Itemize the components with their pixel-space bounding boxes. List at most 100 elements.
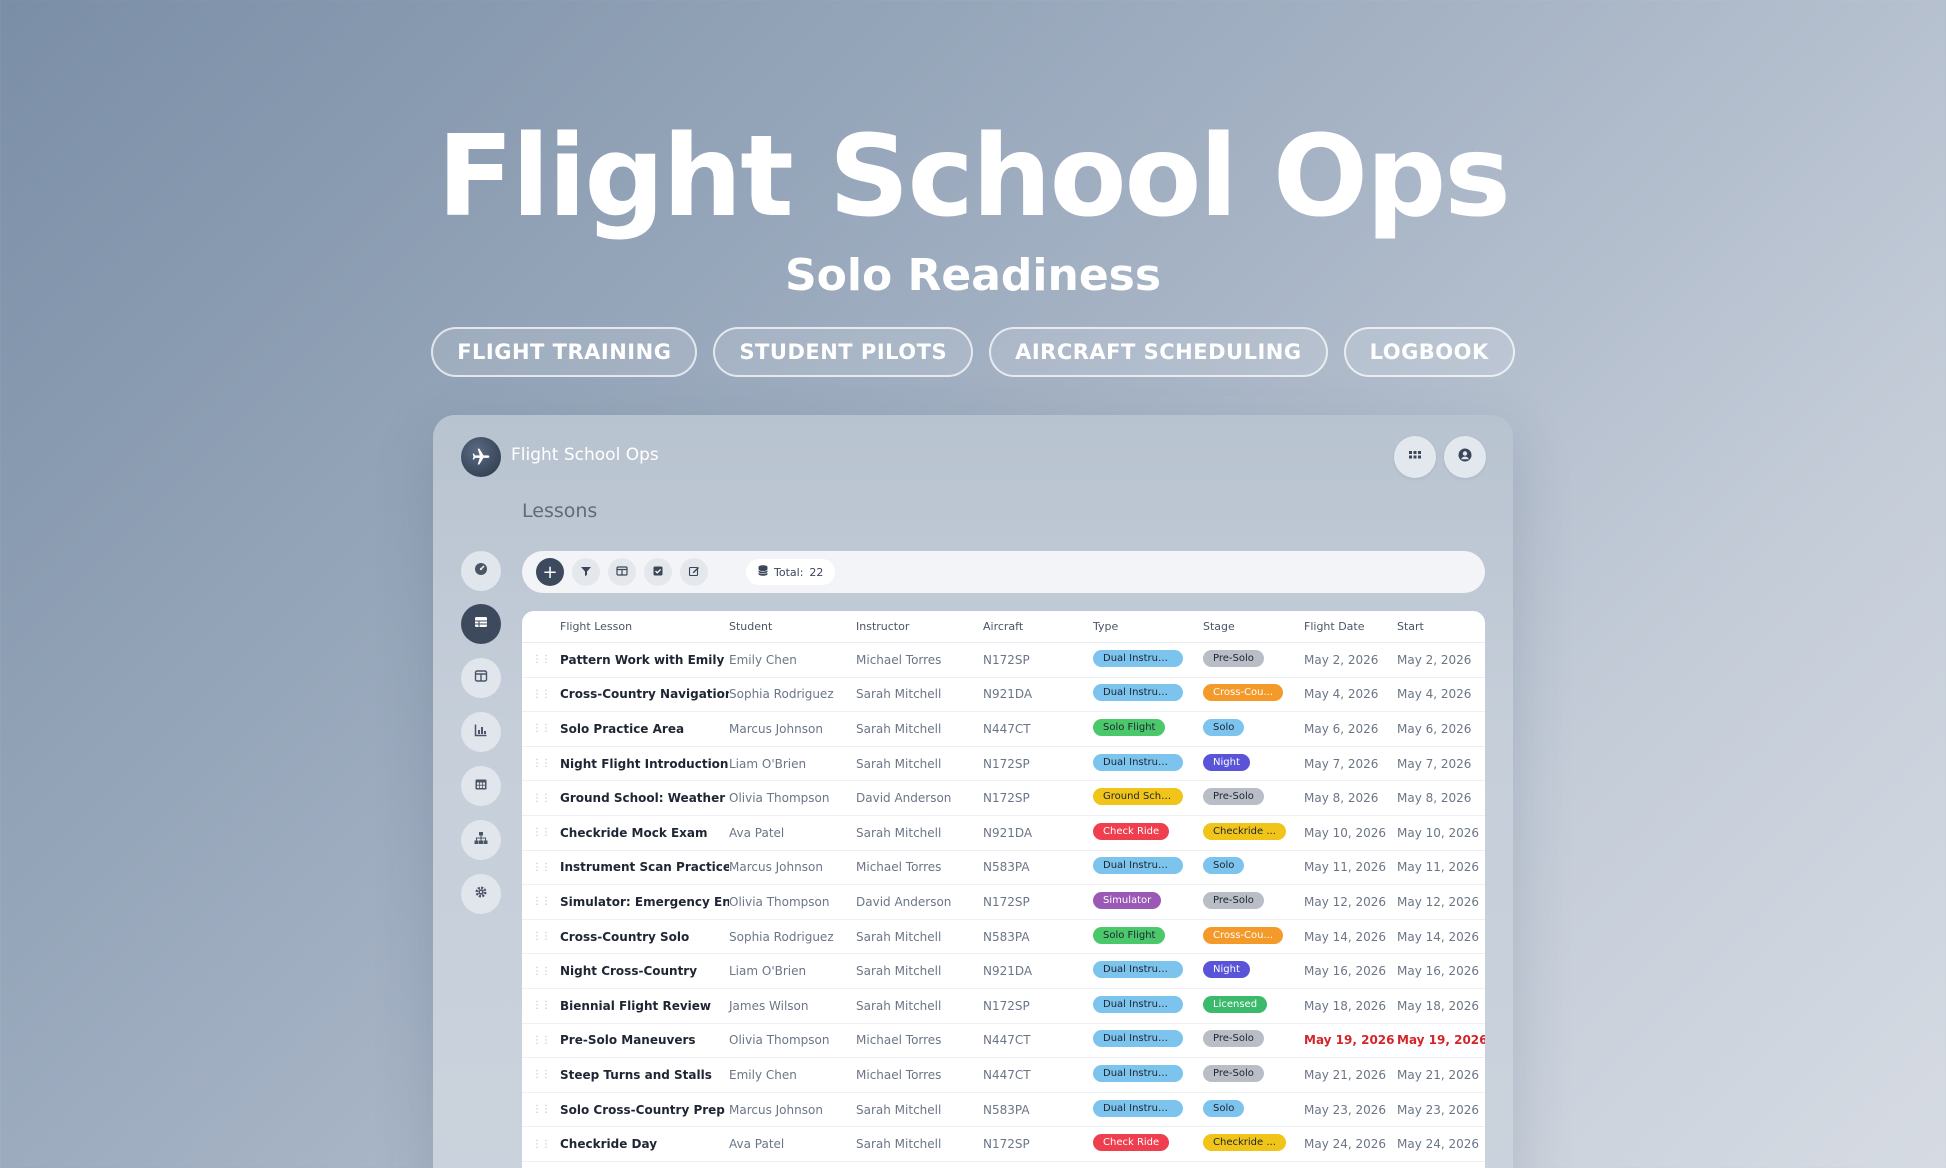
table-row[interactable]: ⋮⋮ Cross-Country Navigation Sophia Rodrigu… xyxy=(522,678,1485,713)
sidebar-settings[interactable] xyxy=(461,874,501,914)
drag-handle-icon[interactable]: ⋮⋮ xyxy=(522,931,560,942)
sidebar-table[interactable] xyxy=(461,604,501,644)
apps-grid-button[interactable] xyxy=(1394,436,1436,478)
table-row[interactable]: ⋮⋮ Solo Practice Area Marcus Johnson Sarah … xyxy=(522,712,1485,747)
cell-start: May 23, 2026 xyxy=(1397,1102,1480,1117)
bar-chart-icon xyxy=(474,723,488,741)
drag-handle-icon[interactable]: ⋮⋮ xyxy=(522,1069,560,1080)
drag-handle-icon[interactable]: ⋮⋮ xyxy=(522,896,560,907)
drag-handle-icon[interactable]: ⋮⋮ xyxy=(522,1000,560,1011)
table-row[interactable]: ⋮⋮ Night Flight Introduction Liam O'Brien S… xyxy=(522,747,1485,782)
drag-handle-icon[interactable]: ⋮⋮ xyxy=(522,723,560,734)
cell-aircraft: N447CT xyxy=(983,721,1031,736)
sidebar-board[interactable] xyxy=(461,658,501,698)
cell-flight-lesson[interactable]: Night Cross-Country xyxy=(560,964,729,978)
stage-tag: Solo xyxy=(1203,718,1245,736)
header-start[interactable]: Start xyxy=(1397,620,1485,633)
cell-flight-lesson[interactable]: Pre-Solo Maneuvers xyxy=(560,1033,729,1047)
drag-handle-icon[interactable]: ⋮⋮ xyxy=(522,689,560,700)
table-row[interactable]: ⋮⋮ Cross-Country Solo Sophia Rodriguez Sara… xyxy=(522,920,1485,955)
cell-flight-lesson[interactable]: Cross-Country Solo xyxy=(560,930,729,944)
sidebar-calendar[interactable] xyxy=(461,766,501,806)
select-button[interactable] xyxy=(644,558,672,586)
table-icon xyxy=(474,615,488,633)
filter-button[interactable] xyxy=(572,558,600,586)
stage-tag: Night xyxy=(1203,961,1250,979)
type-tag: Solo Flight xyxy=(1093,718,1166,736)
cell-flight-lesson[interactable]: Simulator: Emergency En... xyxy=(560,895,729,909)
drag-handle-icon[interactable]: ⋮⋮ xyxy=(522,1035,560,1046)
pill-student-pilots: STUDENT PILOTS xyxy=(713,327,974,377)
drag-handle-icon[interactable]: ⋮⋮ xyxy=(522,1104,560,1115)
cell-flight-lesson[interactable]: Checkride Day xyxy=(560,1137,729,1151)
header-student[interactable]: Student xyxy=(729,620,856,633)
table-row[interactable]: ⋮⋮ Pre-Solo Maneuvers Olivia Thompson Micha… xyxy=(522,1024,1485,1059)
drag-handle-icon[interactable]: ⋮⋮ xyxy=(522,654,560,665)
cell-flight-lesson[interactable]: Cross-Country Navigation xyxy=(560,687,729,701)
cell-flight-lesson[interactable]: Checkride Mock Exam xyxy=(560,826,729,840)
table-row[interactable]: ⋮⋮ Night Cross-Country Liam O'Brien Sarah M… xyxy=(522,954,1485,989)
header-flight-lesson[interactable]: Flight Lesson xyxy=(560,620,729,633)
cell-aircraft: N583PA xyxy=(983,1102,1030,1117)
cell-instructor: Sarah Mitchell xyxy=(856,1102,942,1117)
columns-button[interactable] xyxy=(608,558,636,586)
cell-flight-lesson[interactable]: Biennial Flight Review xyxy=(560,999,729,1013)
table-row[interactable]: ⋮⋮ Pattern Work with Emily Emily Chen Micha… xyxy=(522,643,1485,678)
drag-handle-icon[interactable]: ⋮⋮ xyxy=(522,966,560,977)
cell-aircraft: N921DA xyxy=(983,825,1033,840)
cell-student: Sophia Rodriguez xyxy=(729,687,834,702)
table-row[interactable]: ⋮⋮ Simulator: Emergency En... Olivia Thomp… xyxy=(522,885,1485,920)
cell-instructor: Michael Torres xyxy=(856,652,942,667)
account-button[interactable] xyxy=(1444,436,1486,478)
type-tag: Dual Instruct... xyxy=(1093,961,1183,979)
cell-flight-date: May 6, 2026 xyxy=(1304,721,1379,736)
sidebar-dashboard[interactable] xyxy=(461,551,501,591)
cell-flight-lesson[interactable]: Ground School: Weather xyxy=(560,791,729,805)
airplane-logo-icon[interactable] xyxy=(461,437,501,477)
drag-handle-icon[interactable]: ⋮⋮ xyxy=(522,1139,560,1150)
type-tag: Dual Instruct... xyxy=(1093,684,1183,702)
table-row[interactable]: ⋮⋮ Steep Turns and Stalls Emily Chen Michae… xyxy=(522,1058,1485,1093)
table-row[interactable]: ⋮⋮ Checkride Mock Exam Ava Patel Sarah Mitc… xyxy=(522,816,1485,851)
table-row[interactable]: ⋮⋮ Biennial Flight Review James Wilson Sara… xyxy=(522,989,1485,1024)
table-row[interactable]: ⋮⋮ Instrument Scan Practice Marcus Johnson… xyxy=(522,851,1485,886)
stage-tag: Solo xyxy=(1203,1099,1245,1117)
cell-flight-lesson[interactable]: Night Flight Introduction xyxy=(560,757,729,771)
cell-flight-lesson[interactable]: Solo Cross-Country Prep xyxy=(560,1103,729,1117)
sidebar-charts[interactable] xyxy=(461,712,501,752)
drag-handle-icon[interactable]: ⋮⋮ xyxy=(522,758,560,769)
drag-handle-icon[interactable]: ⋮⋮ xyxy=(522,827,560,838)
header-stage[interactable]: Stage xyxy=(1203,620,1304,633)
drag-handle-icon[interactable]: ⋮⋮ xyxy=(522,862,560,873)
header-flight-date[interactable]: Flight Date xyxy=(1304,620,1397,633)
columns-icon xyxy=(616,565,628,580)
cell-aircraft: N583PA xyxy=(983,860,1030,875)
cell-student: Olivia Thompson xyxy=(729,1033,830,1048)
cell-start: May 6, 2026 xyxy=(1397,721,1472,736)
header-aircraft[interactable]: Aircraft xyxy=(983,620,1093,633)
cell-flight-lesson[interactable]: Solo Practice Area xyxy=(560,722,729,736)
cell-start: May 10, 2026 xyxy=(1397,825,1480,840)
table-row[interactable]: ⋮⋮ Checkride Day Ava Patel Sarah Mitchell N1… xyxy=(522,1127,1485,1162)
cell-flight-lesson[interactable]: Pattern Work with Emily xyxy=(560,653,729,667)
stage-tag: Cross-Cou... xyxy=(1203,684,1283,702)
cell-flight-lesson[interactable]: Steep Turns and Stalls xyxy=(560,1068,729,1082)
cell-flight-date: May 8, 2026 xyxy=(1304,791,1379,806)
calendar-icon xyxy=(474,777,488,795)
header-type[interactable]: Type xyxy=(1093,620,1203,633)
table-row[interactable]: ⋮⋮ Ground School: Weather Olivia Thompson D… xyxy=(522,781,1485,816)
cell-flight-lesson[interactable]: Instrument Scan Practice xyxy=(560,860,729,874)
header-instructor[interactable]: Instructor xyxy=(856,620,983,633)
cell-flight-date: May 19, 2026 xyxy=(1304,1033,1395,1048)
cell-instructor: Michael Torres xyxy=(856,1033,942,1048)
edit-icon xyxy=(688,565,700,580)
edit-button[interactable] xyxy=(680,558,708,586)
drag-handle-icon[interactable]: ⋮⋮ xyxy=(522,793,560,804)
table-row[interactable]: ⋮⋮ Solo Cross-Country Prep Marcus Johnson S… xyxy=(522,1093,1485,1128)
cell-student: Liam O'Brien xyxy=(729,756,807,771)
section-title: Lessons xyxy=(522,500,598,522)
add-record-button[interactable]: + xyxy=(536,558,564,586)
cell-start: May 11, 2026 xyxy=(1397,860,1480,875)
sidebar-hierarchy[interactable] xyxy=(461,820,501,860)
type-tag: Dual Instruct... xyxy=(1093,1099,1183,1117)
